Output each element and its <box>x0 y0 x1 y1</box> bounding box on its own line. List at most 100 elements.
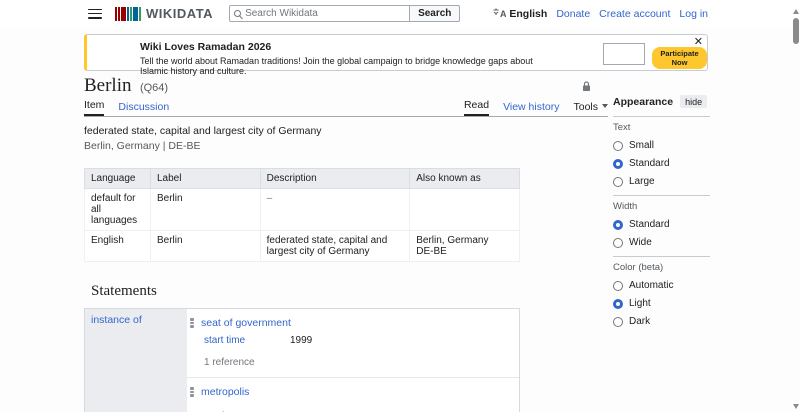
radio-color-dark[interactable]: Dark <box>613 316 710 327</box>
main-content: Berlin (Q64) Item Discussion Read View h… <box>84 75 608 412</box>
tab-view-history[interactable]: View history <box>503 101 559 116</box>
statement-list: seat of government start time 1999 1 ref… <box>187 309 519 412</box>
campaign-banner: Wiki Loves Ramadan 2026 Tell the world a… <box>84 34 708 71</box>
tab-discussion[interactable]: Discussion <box>118 101 169 116</box>
chevron-down-icon <box>602 104 608 108</box>
aka-line: Berlin, Germany <box>416 235 513 246</box>
donate-link[interactable]: Donate <box>556 8 590 20</box>
radio-label: Standard <box>629 158 670 169</box>
appearance-section-text: Text Small Standard Large <box>613 116 710 187</box>
appearance-panel: Appearance hide Text Small Standard Larg… <box>613 95 710 334</box>
create-account-link[interactable]: Create account <box>599 8 670 20</box>
cell-description: – <box>260 189 410 231</box>
radio-label: Dark <box>629 316 650 327</box>
aka-line: DE-BE <box>416 246 513 257</box>
wikidata-logo-text: WIKIDATA <box>146 6 213 21</box>
radio-color-light[interactable]: Light <box>613 298 710 309</box>
qualifier-row: start time 1999 <box>204 335 519 346</box>
statement-main: seat of government <box>187 315 519 331</box>
scrollbar-thumb[interactable] <box>793 18 799 44</box>
statements-heading: Statements <box>91 283 608 300</box>
rank-selector-icon[interactable] <box>190 318 194 327</box>
search-input[interactable] <box>245 8 395 19</box>
radio-icon-checked[interactable] <box>613 299 623 309</box>
header-user-links: A English Donate Create account Log in <box>493 8 708 20</box>
entity-id: (Q64) <box>140 82 168 94</box>
radio-color-automatic[interactable]: Automatic <box>613 280 710 291</box>
search-box[interactable] <box>229 5 409 22</box>
statement: seat of government start time 1999 1 ref… <box>187 309 519 378</box>
cell-language: default for all languages <box>85 189 151 231</box>
wikidata-logo-bars-icon <box>115 7 141 21</box>
section-label: Width <box>613 201 710 212</box>
appearance-hide-button[interactable]: hide <box>680 95 707 108</box>
statement-property: instance of <box>85 309 187 412</box>
appearance-section-width: Width Standard Wide <box>613 195 710 248</box>
rank-selector-icon[interactable] <box>190 387 194 396</box>
terms-table: Language Label Description Also known as… <box>84 168 520 262</box>
radio-width-standard[interactable]: Standard <box>613 219 710 230</box>
statement-value-link[interactable]: seat of government <box>201 317 291 329</box>
references-toggle[interactable]: 1 reference <box>204 357 519 368</box>
page-protection-lock-icon <box>582 79 591 97</box>
banner-description: Tell the world about Ramadan traditions!… <box>140 56 540 76</box>
col-also-known-as: Also known as <box>410 169 520 189</box>
cell-aka: Berlin, Germany DE-BE <box>410 231 520 262</box>
banner-title[interactable]: Wiki Loves Ramadan 2026 <box>140 41 540 53</box>
hamburger-menu-icon[interactable] <box>88 9 102 19</box>
right-tabs: Read View history Tools <box>464 99 608 116</box>
radio-icon[interactable] <box>613 177 623 187</box>
page-title: Berlin <box>84 75 132 96</box>
col-language: Language <box>85 169 151 189</box>
radio-icon[interactable] <box>613 281 623 291</box>
log-in-link[interactable]: Log in <box>679 8 708 20</box>
statement-value-link[interactable]: metropolis <box>201 386 249 398</box>
section-label: Text <box>613 122 710 133</box>
property-link[interactable]: instance of <box>91 314 142 326</box>
scrollbar-down-arrow[interactable] <box>793 404 799 409</box>
tab-read[interactable]: Read <box>464 99 489 116</box>
wikidata-logo[interactable]: WIKIDATA <box>115 6 213 21</box>
radio-label: Wide <box>629 237 652 248</box>
radio-icon[interactable] <box>613 141 623 151</box>
qualifier-value: 1999 <box>290 335 312 346</box>
radio-icon-checked[interactable] <box>613 220 623 230</box>
statement: metropolis 0 references <box>187 378 519 412</box>
scrollbar-up-arrow[interactable] <box>793 9 799 14</box>
search-button[interactable]: Search <box>409 5 460 22</box>
radio-text-large[interactable]: Large <box>613 176 710 187</box>
tools-menu[interactable]: Tools <box>573 101 608 116</box>
qualifier-property-link[interactable]: start time <box>204 335 290 346</box>
appearance-section-color: Color (beta) Automatic Light Dark <box>613 256 710 327</box>
cell-label: Berlin <box>150 231 260 262</box>
entity-description: federated state, capital and largest cit… <box>84 125 608 137</box>
tab-item[interactable]: Item <box>84 99 104 116</box>
language-label: English <box>509 8 547 20</box>
banner-text: Wiki Loves Ramadan 2026 Tell the world a… <box>140 41 540 76</box>
appearance-header: Appearance hide <box>613 95 710 108</box>
entity-aliases: Berlin, Germany | DE-BE <box>84 140 608 152</box>
cell-description: federated state, capital and largest cit… <box>260 231 410 262</box>
search-bar: Search <box>229 5 460 22</box>
radio-label: Automatic <box>629 280 673 291</box>
search-icon <box>234 10 241 17</box>
radio-icon[interactable] <box>613 317 623 327</box>
participate-now-button[interactable]: Participate Now <box>652 47 707 69</box>
radio-icon[interactable] <box>613 238 623 248</box>
radio-width-wide[interactable]: Wide <box>613 237 710 248</box>
terms-table-header-row: Language Label Description Also known as <box>85 169 520 189</box>
section-label: Color (beta) <box>613 262 710 273</box>
statement-group: instance of seat of government start tim… <box>84 308 520 412</box>
col-label: Label <box>150 169 260 189</box>
top-header: WIKIDATA Search A English Donate <box>0 0 800 27</box>
cell-label: Berlin <box>150 189 260 231</box>
wikidata-entity-page: WIKIDATA Search A English Donate <box>0 0 800 412</box>
radio-text-small[interactable]: Small <box>613 140 710 151</box>
tools-label: Tools <box>573 101 598 113</box>
radio-text-standard[interactable]: Standard <box>613 158 710 169</box>
table-row: English Berlin federated state, capital … <box>85 231 520 262</box>
radio-icon-checked[interactable] <box>613 159 623 169</box>
language-selector[interactable]: A English <box>493 8 547 20</box>
radio-label: Large <box>629 176 655 187</box>
banner-close-icon[interactable]: ✕ <box>694 37 703 48</box>
